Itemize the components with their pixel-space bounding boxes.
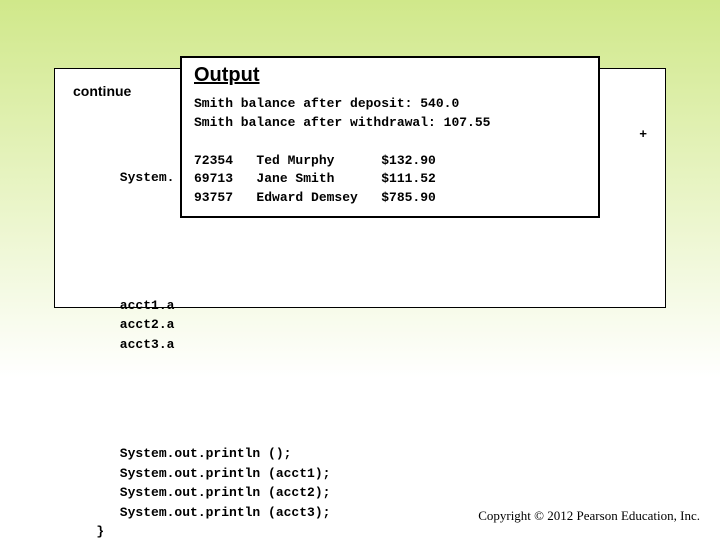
output-panel: Output Smith balance after deposit: 540.… [180,56,600,218]
output-title: Output [194,64,586,87]
copyright-text: Copyright © 2012 Pearson Education, Inc. [478,508,700,524]
code-fragment-accts: acct1.a acct2.a acct3.a [73,296,330,355]
code-visible: System.out.println (); System.out.printl… [73,444,330,540]
continue-label: continue [73,83,131,99]
code-plus-sign: + [639,127,647,142]
output-body: Smith balance after deposit: 540.0 Smith… [194,95,586,208]
